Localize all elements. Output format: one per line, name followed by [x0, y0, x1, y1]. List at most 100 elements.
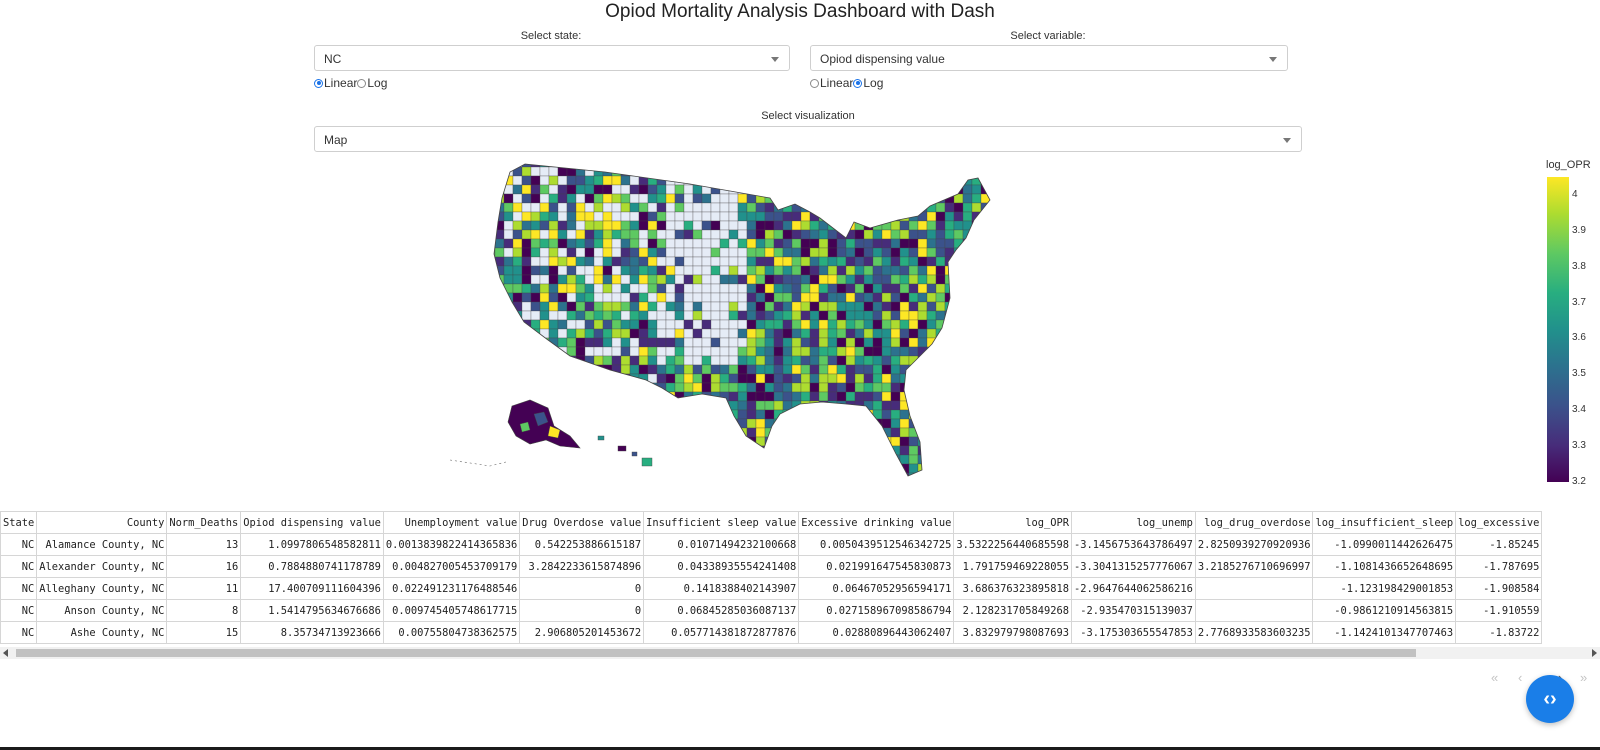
- table-cell[interactable]: -3.3041315257776067: [1071, 555, 1196, 578]
- county-cell[interactable]: [548, 400, 559, 411]
- county-cell[interactable]: [746, 256, 757, 267]
- county-cell[interactable]: [863, 373, 874, 384]
- county-cell[interactable]: [872, 256, 883, 267]
- county-cell[interactable]: [450, 365, 459, 374]
- county-cell[interactable]: [674, 265, 685, 276]
- county-cell[interactable]: [674, 256, 685, 267]
- county-cell[interactable]: [827, 391, 838, 402]
- county-cell[interactable]: [917, 346, 928, 357]
- county-cell[interactable]: [971, 229, 982, 240]
- county-cell[interactable]: [999, 266, 1008, 275]
- county-cell[interactable]: [674, 328, 685, 339]
- county-cell[interactable]: [459, 338, 468, 347]
- county-cell[interactable]: [980, 256, 990, 267]
- county-cell[interactable]: [999, 419, 1008, 428]
- county-cell[interactable]: [980, 166, 990, 177]
- county-cell[interactable]: [881, 158, 892, 168]
- county-cell[interactable]: [881, 238, 892, 249]
- county-cell[interactable]: [827, 175, 838, 186]
- county-cell[interactable]: [548, 310, 559, 321]
- county-cell[interactable]: [486, 238, 496, 249]
- county-cell[interactable]: [863, 301, 874, 312]
- county-cell[interactable]: [530, 319, 541, 330]
- county-cell[interactable]: [800, 319, 811, 330]
- table-cell[interactable]: 1.5414795634676686: [240, 599, 384, 622]
- county-cell[interactable]: [468, 158, 477, 167]
- county-cell[interactable]: [548, 274, 559, 285]
- county-cell[interactable]: [620, 310, 631, 321]
- county-cell[interactable]: [575, 328, 586, 339]
- county-cell[interactable]: [557, 175, 568, 186]
- county-cell[interactable]: [638, 193, 649, 204]
- variable-scale-linear[interactable]: Linear: [810, 76, 853, 90]
- county-cell[interactable]: [665, 364, 676, 375]
- county-cell[interactable]: [584, 184, 595, 195]
- county-cell[interactable]: [890, 382, 901, 393]
- county-cell[interactable]: [638, 436, 649, 447]
- county-cell[interactable]: [908, 364, 919, 375]
- county-cell[interactable]: [854, 463, 865, 474]
- county-cell[interactable]: [999, 230, 1008, 239]
- county-cell[interactable]: [521, 301, 532, 312]
- county-cell[interactable]: [890, 265, 901, 276]
- county-cell[interactable]: [800, 337, 811, 348]
- county-cell[interactable]: [908, 355, 919, 366]
- county-cell[interactable]: [665, 373, 676, 384]
- county-cell[interactable]: [477, 320, 486, 329]
- county-cell[interactable]: [566, 364, 577, 375]
- county-cell[interactable]: [917, 409, 928, 420]
- county-cell[interactable]: [989, 265, 999, 276]
- county-cell[interactable]: [917, 301, 928, 312]
- county-cell[interactable]: [593, 211, 604, 222]
- county-cell[interactable]: [521, 310, 532, 321]
- county-cell[interactable]: [557, 184, 568, 195]
- county-cell[interactable]: [629, 337, 640, 348]
- county-cell[interactable]: [530, 301, 541, 312]
- county-cell[interactable]: [477, 221, 486, 230]
- county-cell[interactable]: [593, 319, 604, 330]
- county-cell[interactable]: [710, 454, 721, 465]
- county-cell[interactable]: [854, 184, 865, 195]
- county-cell[interactable]: [503, 310, 514, 321]
- county-cell[interactable]: [450, 347, 459, 356]
- county-cell[interactable]: [971, 202, 982, 213]
- county-cell[interactable]: [459, 230, 468, 239]
- county-cell[interactable]: [629, 301, 640, 312]
- county-cell[interactable]: [845, 328, 856, 339]
- county-cell[interactable]: [854, 337, 865, 348]
- county-cell[interactable]: [953, 346, 964, 357]
- table-cell[interactable]: 3.5322256440685598: [953, 533, 1072, 556]
- county-cell[interactable]: [602, 184, 613, 195]
- county-cell[interactable]: [791, 337, 802, 348]
- county-cell[interactable]: [503, 427, 514, 438]
- county-cell[interactable]: [971, 283, 982, 294]
- county-cell[interactable]: [450, 482, 459, 483]
- county-cell[interactable]: [791, 310, 802, 321]
- county-cell[interactable]: [800, 301, 811, 312]
- county-cell[interactable]: [836, 400, 847, 411]
- county-cell[interactable]: [459, 329, 468, 338]
- county-cell[interactable]: [782, 310, 793, 321]
- county-cell[interactable]: [512, 463, 523, 474]
- county-cell[interactable]: [791, 463, 802, 474]
- county-cell[interactable]: [450, 284, 459, 293]
- county-cell[interactable]: [539, 346, 550, 357]
- county-cell[interactable]: [575, 184, 586, 195]
- county-cell[interactable]: [674, 427, 685, 438]
- county-cell[interactable]: [459, 203, 468, 212]
- county-cell[interactable]: [557, 301, 568, 312]
- county-cell[interactable]: [1008, 221, 1010, 230]
- county-cell[interactable]: [863, 292, 874, 303]
- county-cell[interactable]: [971, 346, 982, 357]
- county-cell[interactable]: [1008, 257, 1010, 266]
- county-cell[interactable]: [746, 166, 757, 177]
- county-cell[interactable]: [746, 292, 757, 303]
- county-cell[interactable]: [773, 445, 784, 456]
- county-cell[interactable]: [692, 436, 703, 447]
- county-cell[interactable]: [818, 472, 829, 482]
- county-cell[interactable]: [593, 310, 604, 321]
- county-cell[interactable]: [872, 463, 883, 474]
- county-cell[interactable]: [692, 274, 703, 285]
- county-cell[interactable]: [494, 319, 505, 330]
- county-cell[interactable]: [962, 373, 973, 384]
